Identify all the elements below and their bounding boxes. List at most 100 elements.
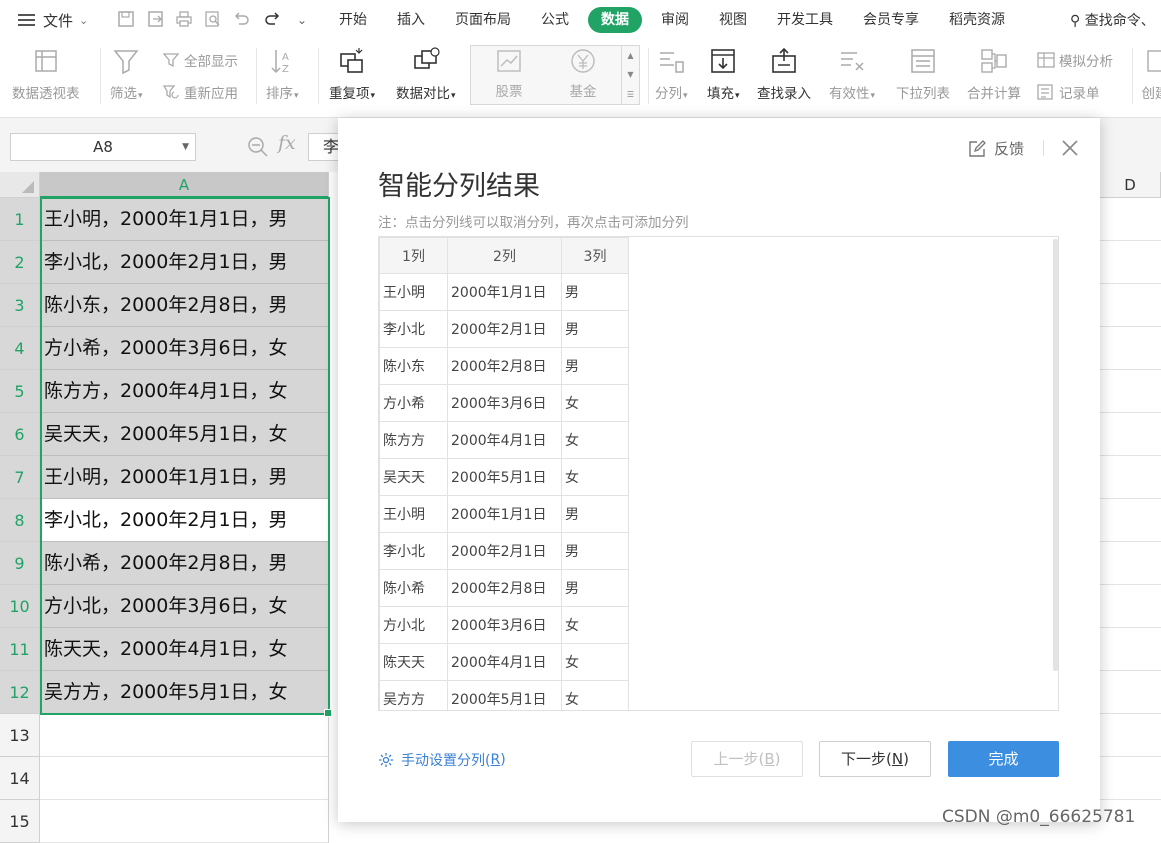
next-step-shortcut: N (892, 750, 903, 768)
consolidate-button[interactable]: 合并计算 (967, 44, 1021, 102)
preview-column-header-3[interactable]: 3列 (562, 238, 629, 274)
command-search[interactable]: ⚲ 查找命令、 (1070, 10, 1155, 30)
preview-scrollbar[interactable] (1053, 239, 1058, 671)
function-fx-button[interactable]: fx (278, 132, 296, 154)
row-header[interactable]: 2 (0, 241, 40, 284)
row-header[interactable]: 9 (0, 542, 40, 585)
preview-row: 陈天天2000年4月1日女 (380, 644, 629, 681)
tab-formulas[interactable]: 公式 (530, 7, 580, 33)
feedback-button[interactable]: 反馈 (968, 138, 1024, 159)
reapply-button[interactable]: 重新应用 (162, 82, 238, 102)
cell-a13[interactable] (40, 714, 329, 757)
cell-a4[interactable]: 方小希，2000年3月6日，女 (40, 327, 329, 370)
what-if-analysis-button[interactable]: 模拟分析 (1037, 50, 1113, 70)
create-group-label: 创建 (1142, 82, 1161, 102)
filter-button[interactable]: 筛选▾ (110, 44, 143, 102)
save-icon[interactable] (116, 10, 136, 30)
gallery-scroll[interactable]: ▲▼☰ (621, 46, 639, 104)
next-step-button[interactable]: 下一步(N) (819, 741, 931, 777)
preview-column-header-1[interactable]: 1列 (380, 238, 448, 274)
export-icon[interactable] (146, 10, 166, 30)
preview-cell: 2000年2月8日 (448, 570, 562, 607)
row-header[interactable]: 6 (0, 413, 40, 456)
row-header[interactable]: 14 (0, 757, 40, 800)
tab-docer[interactable]: 稻壳资源 (938, 7, 1016, 33)
redo-icon[interactable] (262, 10, 282, 30)
gear-icon (378, 752, 394, 768)
stock-label: 股票 (496, 80, 523, 100)
dropdown-list-button[interactable]: 下拉列表 (896, 44, 950, 102)
what-if-label: 模拟分析 (1059, 50, 1113, 70)
tab-review[interactable]: 审阅 (650, 7, 700, 33)
tab-insert[interactable]: 插入 (386, 7, 436, 33)
row-header[interactable]: 1 (0, 198, 40, 241)
preview-cell: 2000年3月6日 (448, 607, 562, 644)
cell-a10[interactable]: 方小北，2000年3月6日，女 (40, 585, 329, 628)
file-menu[interactable]: 文件 ⌄ (18, 8, 88, 32)
split-preview[interactable]: 1列 2列 3列 王小明2000年1月1日男李小北2000年2月1日男陈小东20… (378, 236, 1059, 711)
stock-chart-icon (494, 46, 524, 76)
cell-a11[interactable]: 陈天天，2000年4月1日，女 (40, 628, 329, 671)
print-icon[interactable] (174, 10, 194, 30)
pivot-table-button[interactable]: 数据透视表 (12, 44, 80, 102)
row-header[interactable]: 4 (0, 327, 40, 370)
filter-icon (111, 46, 141, 76)
preview-cell: 女 (562, 607, 629, 644)
row-header[interactable]: 8 (0, 499, 40, 542)
duplicates-icon (337, 46, 367, 76)
tab-view[interactable]: 视图 (708, 7, 758, 33)
data-compare-button[interactable]: 数据对比▾ (396, 44, 456, 102)
cell-a8[interactable]: 李小北，2000年2月1日，男 (40, 499, 329, 542)
manual-split-link[interactable]: 手动设置分列(R) (378, 750, 506, 770)
cell-a7[interactable]: 王小明，2000年1月1日，男 (40, 456, 329, 499)
preview-cell: 陈天天 (380, 644, 448, 681)
name-box-dropdown-icon[interactable]: ▼ (182, 134, 189, 160)
row-header[interactable]: 10 (0, 585, 40, 628)
cell-a12[interactable]: 吴方方，2000年5月1日，女 (40, 671, 329, 714)
show-all-button[interactable]: 全部显示 (162, 50, 238, 70)
column-header-a[interactable]: A (40, 172, 329, 198)
preview-cell: 方小北 (380, 607, 448, 644)
cell-a2[interactable]: 李小北，2000年2月1日，男 (40, 241, 329, 284)
record-form-button[interactable]: 记录单 (1037, 82, 1100, 102)
row-header[interactable]: 7 (0, 456, 40, 499)
cell-a9[interactable]: 陈小希，2000年2月8日，男 (40, 542, 329, 585)
zoom-icon[interactable] (247, 136, 269, 158)
cell-a6[interactable]: 吴天天，2000年5月1日，女 (40, 413, 329, 456)
quick-access-more-icon[interactable]: ⌄ (292, 10, 312, 30)
previous-step-button[interactable]: 上一步(B) (691, 741, 803, 777)
fill-button[interactable]: 填充▾ (707, 44, 740, 102)
duplicates-button[interactable]: 重复项▾ (329, 44, 375, 102)
name-box[interactable]: A8 ▼ (10, 133, 196, 161)
tab-home[interactable]: 开始 (328, 7, 378, 33)
stock-button[interactable]: 股票 (473, 46, 545, 104)
row-header[interactable]: 12 (0, 671, 40, 714)
tab-developer[interactable]: 开发工具 (766, 7, 844, 33)
select-all-corner[interactable] (0, 172, 40, 198)
finish-button[interactable]: 完成 (948, 741, 1059, 777)
row-header[interactable]: 5 (0, 370, 40, 413)
validity-button[interactable]: 有效性▾ (829, 44, 875, 102)
feedback-label: 反馈 (994, 138, 1024, 159)
close-icon[interactable] (1060, 138, 1080, 158)
lookup-entry-button[interactable]: 查找录入 (757, 44, 811, 102)
cell-a14[interactable] (40, 757, 329, 800)
undo-icon[interactable] (232, 10, 252, 30)
row-header[interactable]: 13 (0, 714, 40, 757)
tab-member[interactable]: 会员专享 (852, 7, 930, 33)
tab-data[interactable]: 数据 (588, 7, 642, 33)
fund-button[interactable]: 基金 (547, 46, 619, 104)
column-header-d[interactable]: D (1100, 172, 1161, 198)
preview-column-header-2[interactable]: 2列 (448, 238, 562, 274)
cell-a3[interactable]: 陈小东，2000年2月8日，男 (40, 284, 329, 327)
split-column-button[interactable]: 分列▾ (655, 44, 688, 102)
sort-button[interactable]: AZ 排序▾ (266, 44, 299, 102)
row-header[interactable]: 3 (0, 284, 40, 327)
print-preview-icon[interactable] (203, 10, 223, 30)
cell-a5[interactable]: 陈方方，2000年4月1日，女 (40, 370, 329, 413)
what-if-icon (1037, 52, 1055, 68)
cell-a1[interactable]: 王小明，2000年1月1日，男 (40, 198, 329, 241)
create-group-button[interactable]: 创建 (1140, 44, 1161, 102)
row-header[interactable]: 11 (0, 628, 40, 671)
tab-page-layout[interactable]: 页面布局 (444, 7, 522, 33)
